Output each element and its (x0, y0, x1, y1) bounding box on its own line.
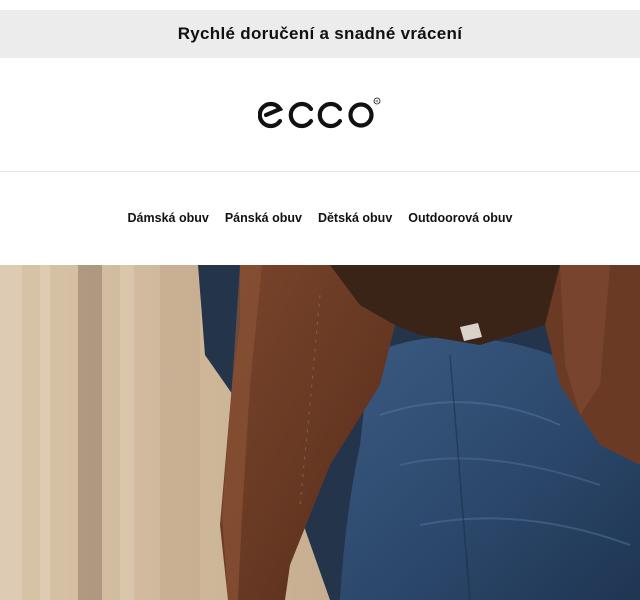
main-nav: Dámská obuv Pánská obuv Dětská obuv Outd… (0, 172, 640, 264)
promo-bar: Rychlé doručení a snadné vrácení (0, 10, 640, 58)
nav-item-mens-shoes[interactable]: Pánská obuv (225, 211, 302, 225)
promo-text: Rychlé doručení a snadné vrácení (177, 24, 463, 43)
nav-item-kids-shoes[interactable]: Dětská obuv (318, 211, 392, 225)
page: Rychlé doručení a snadné vrácení R Dámsk… (0, 0, 640, 600)
ecco-logo[interactable]: R (258, 95, 382, 135)
hero-image (0, 265, 640, 600)
site-header: R (0, 58, 640, 172)
nav-item-outdoor-shoes[interactable]: Outdoorová obuv (408, 211, 512, 225)
svg-text:R: R (376, 98, 379, 103)
nav-item-womens-shoes[interactable]: Dámská obuv (128, 211, 209, 225)
hero-banner[interactable] (0, 265, 640, 600)
